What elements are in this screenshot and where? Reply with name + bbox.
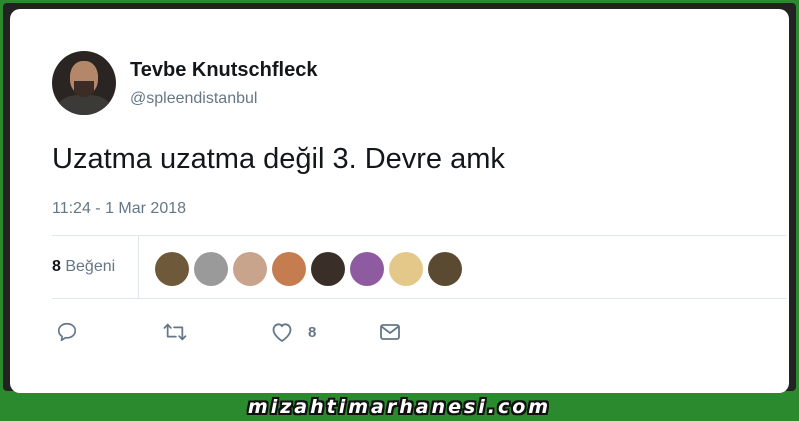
liker-avatar[interactable] [272,252,306,286]
user-handle[interactable]: @spleendistanbul [130,90,257,108]
envelope-icon [380,324,400,340]
liker-avatar[interactable] [428,252,462,286]
like-count: 8 [308,323,317,341]
tweet-text: Uzatma uzatma değil 3. Devre amk [52,143,505,175]
liker-avatar[interactable] [311,252,345,286]
avatar-beard [74,81,94,97]
tweet-card: Tevbe Knutschfleck @spleendistanbul Uzat… [10,9,789,393]
divider-top [52,235,787,236]
stats-separator [138,236,139,298]
retweet-icon [163,323,187,341]
reply-button[interactable] [56,318,78,346]
liker-avatar[interactable] [155,252,189,286]
liker-avatar[interactable] [389,252,423,286]
retweet-button[interactable] [162,318,188,346]
like-button[interactable]: 8 [270,318,316,346]
liker-avatar[interactable] [350,252,384,286]
likes-label: Beğeni [65,258,116,275]
liker-avatar[interactable] [194,252,228,286]
heart-icon [272,323,292,342]
display-name[interactable]: Tevbe Knutschfleck [130,59,317,82]
divider-bottom [52,298,787,299]
tweet-timestamp[interactable]: 11:24 - 1 Mar 2018 [52,200,186,218]
likes-stat[interactable]: 8 Beğeni [52,258,115,276]
site-watermark: mizahtimarhanesi.com [247,396,552,418]
avatar[interactable] [52,51,116,115]
avatar-body [58,95,110,115]
liker-avatar[interactable] [233,252,267,286]
message-button[interactable] [378,318,402,346]
reply-icon [57,322,77,342]
likes-count: 8 [52,258,61,275]
